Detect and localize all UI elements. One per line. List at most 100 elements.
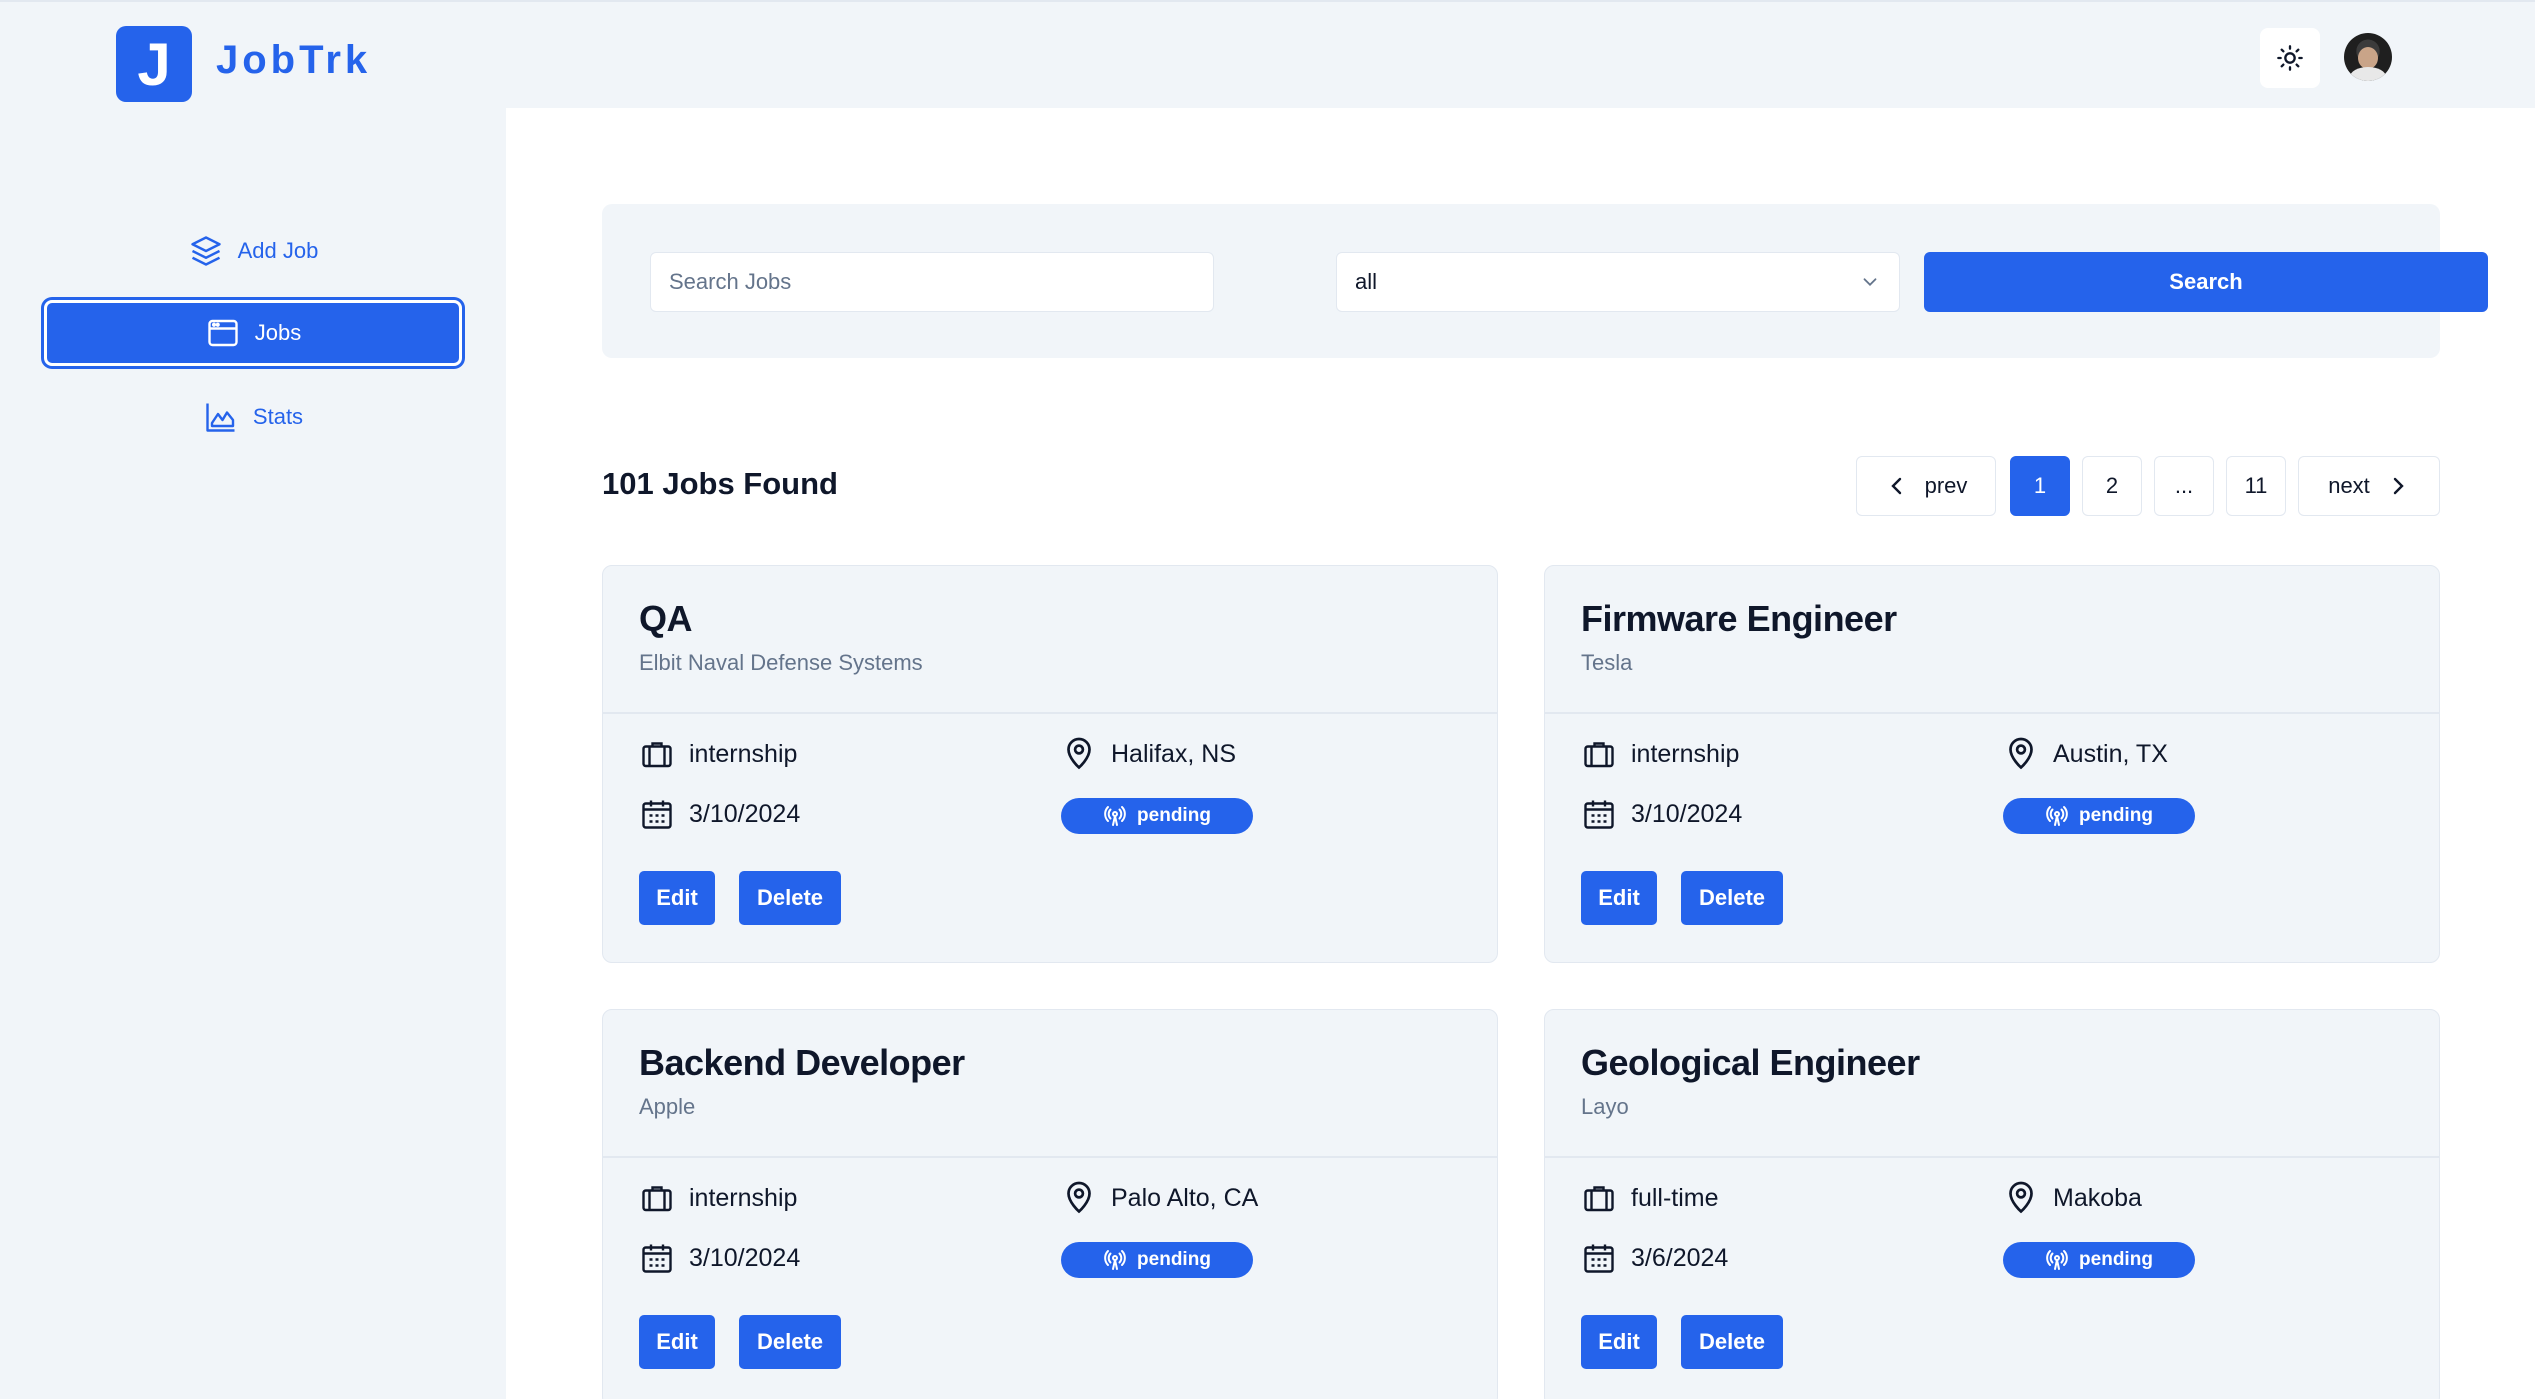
job-type-label: internship	[1631, 739, 1740, 768]
status-badge: pending	[1061, 1242, 1253, 1278]
job-card-header: Backend Developer Apple	[603, 1010, 1497, 1158]
broadcast-icon	[1104, 806, 1126, 826]
delete-button[interactable]: Delete	[739, 871, 841, 925]
delete-button[interactable]: Delete	[739, 1315, 841, 1369]
status-label: pending	[1137, 1249, 1211, 1270]
prev-page-button[interactable]: prev	[1856, 456, 1996, 516]
broadcast-icon	[1104, 1250, 1126, 1270]
job-location: Palo Alto, CA	[1061, 1180, 1258, 1216]
search-button[interactable]: Search	[1924, 252, 2488, 312]
map-pin-icon	[1067, 737, 1091, 770]
briefcase-icon	[642, 742, 672, 768]
status-badge: pending	[1061, 798, 1253, 834]
next-page-button[interactable]: next	[2298, 456, 2440, 516]
page-button-11[interactable]: 11	[2226, 456, 2286, 516]
job-title: QA	[639, 598, 693, 639]
calendar-icon	[1584, 1244, 1614, 1273]
prev-label: prev	[1924, 473, 1968, 498]
job-card-header: QA Elbit Naval Defense Systems	[603, 566, 1497, 714]
search-form: all Search	[602, 204, 2488, 358]
job-company: Elbit Naval Defense Systems	[639, 650, 923, 675]
sidebar-item-stats[interactable]: Stats	[44, 384, 462, 450]
theme-toggle-button[interactable]	[2260, 28, 2320, 88]
calendar-icon	[642, 800, 672, 829]
job-company: Apple	[639, 1094, 696, 1119]
job-card: Geological Engineer Layo full-time Makob…	[1544, 1009, 2440, 1399]
job-location-label: Makoba	[2053, 1183, 2142, 1212]
delete-button[interactable]: Delete	[1681, 871, 1783, 925]
edit-button[interactable]: Edit	[639, 871, 715, 925]
job-location-label: Austin, TX	[2053, 739, 2168, 768]
edit-button[interactable]: Edit	[639, 1315, 715, 1369]
jobs-count-heading: 101 Jobs Found	[602, 466, 838, 501]
job-type: internship	[1581, 736, 1739, 772]
sidebar-item-jobs[interactable]: Jobs	[44, 300, 462, 366]
area-chart-icon	[206, 403, 235, 432]
main-content: all Search 101 Jobs Found prev 1 2 ... 1…	[506, 108, 2535, 1399]
sidebar-item-label: Stats	[252, 404, 304, 429]
page-button-2[interactable]: 2	[2082, 456, 2142, 516]
job-title: Firmware Engineer	[1581, 598, 1897, 639]
sidebar-item-label: Jobs	[254, 320, 302, 345]
avatar[interactable]	[2344, 33, 2392, 81]
job-card: Firmware Engineer Tesla internship Austi…	[1544, 565, 2440, 963]
job-location: Austin, TX	[2003, 736, 2168, 772]
status-badge: pending	[2003, 1242, 2195, 1278]
status-badge: pending	[2003, 798, 2195, 834]
briefcase-icon	[1584, 742, 1614, 768]
status-label: pending	[2079, 805, 2153, 826]
job-card-header: Geological Engineer Layo	[1545, 1010, 2439, 1158]
layers-icon	[190, 236, 221, 266]
job-date-label: 3/10/2024	[689, 799, 801, 828]
next-label: next	[2328, 473, 2370, 498]
status-select-value: all	[1355, 269, 1378, 294]
page-ellipsis: ...	[2154, 456, 2214, 516]
edit-button[interactable]: Edit	[1581, 1315, 1657, 1369]
status-select[interactable]: all	[1336, 252, 1900, 312]
edit-button[interactable]: Edit	[1581, 871, 1657, 925]
map-pin-icon	[2009, 737, 2033, 770]
calendar-icon	[1584, 800, 1614, 829]
chevron-down-icon	[1863, 278, 1877, 287]
job-date-label: 3/10/2024	[689, 1243, 801, 1272]
job-title: Geological Engineer	[1581, 1042, 1920, 1083]
sidebar-item-add-job[interactable]: Add Job	[44, 218, 462, 284]
brand-name: JobTrk	[216, 38, 372, 82]
job-type: internship	[639, 736, 797, 772]
chevron-left-icon	[1890, 477, 1901, 495]
sun-icon	[2277, 45, 2303, 71]
logo-letter: J	[137, 30, 171, 98]
job-location: Halifax, NS	[1061, 736, 1236, 772]
job-card-header: Firmware Engineer Tesla	[1545, 566, 2439, 714]
job-type-label: full-time	[1631, 1183, 1719, 1212]
job-card: Backend Developer Apple internship Palo …	[602, 1009, 1498, 1399]
job-type: internship	[639, 1180, 797, 1216]
search-input[interactable]	[650, 252, 1214, 312]
sidebar-item-label: Add Job	[237, 238, 319, 263]
job-company: Layo	[1581, 1094, 1629, 1119]
job-location-label: Palo Alto, CA	[1111, 1183, 1259, 1212]
briefcase-icon	[642, 1186, 672, 1212]
browser-window-icon	[208, 319, 238, 347]
job-date: 3/10/2024	[639, 1240, 800, 1276]
delete-button[interactable]: Delete	[1681, 1315, 1783, 1369]
status-label: pending	[2079, 1249, 2153, 1270]
broadcast-icon	[2046, 1250, 2068, 1270]
job-title: Backend Developer	[639, 1042, 965, 1083]
job-date-label: 3/10/2024	[1631, 799, 1743, 828]
job-date-label: 3/6/2024	[1631, 1243, 1729, 1272]
broadcast-icon	[2046, 806, 2068, 826]
status-label: pending	[1137, 805, 1211, 826]
page-button-1[interactable]: 1	[2010, 456, 2070, 516]
job-date: 3/10/2024	[639, 796, 800, 832]
job-type: full-time	[1581, 1180, 1719, 1216]
briefcase-icon	[1584, 1186, 1614, 1212]
sidebar: Add Job Jobs Stats	[0, 108, 506, 1399]
map-pin-icon	[1067, 1181, 1091, 1214]
logo[interactable]: J	[116, 26, 192, 102]
calendar-icon	[642, 1244, 672, 1273]
job-type-label: internship	[689, 1183, 798, 1212]
map-pin-icon	[2009, 1181, 2033, 1214]
job-location-label: Halifax, NS	[1111, 739, 1237, 768]
job-type-label: internship	[689, 739, 798, 768]
